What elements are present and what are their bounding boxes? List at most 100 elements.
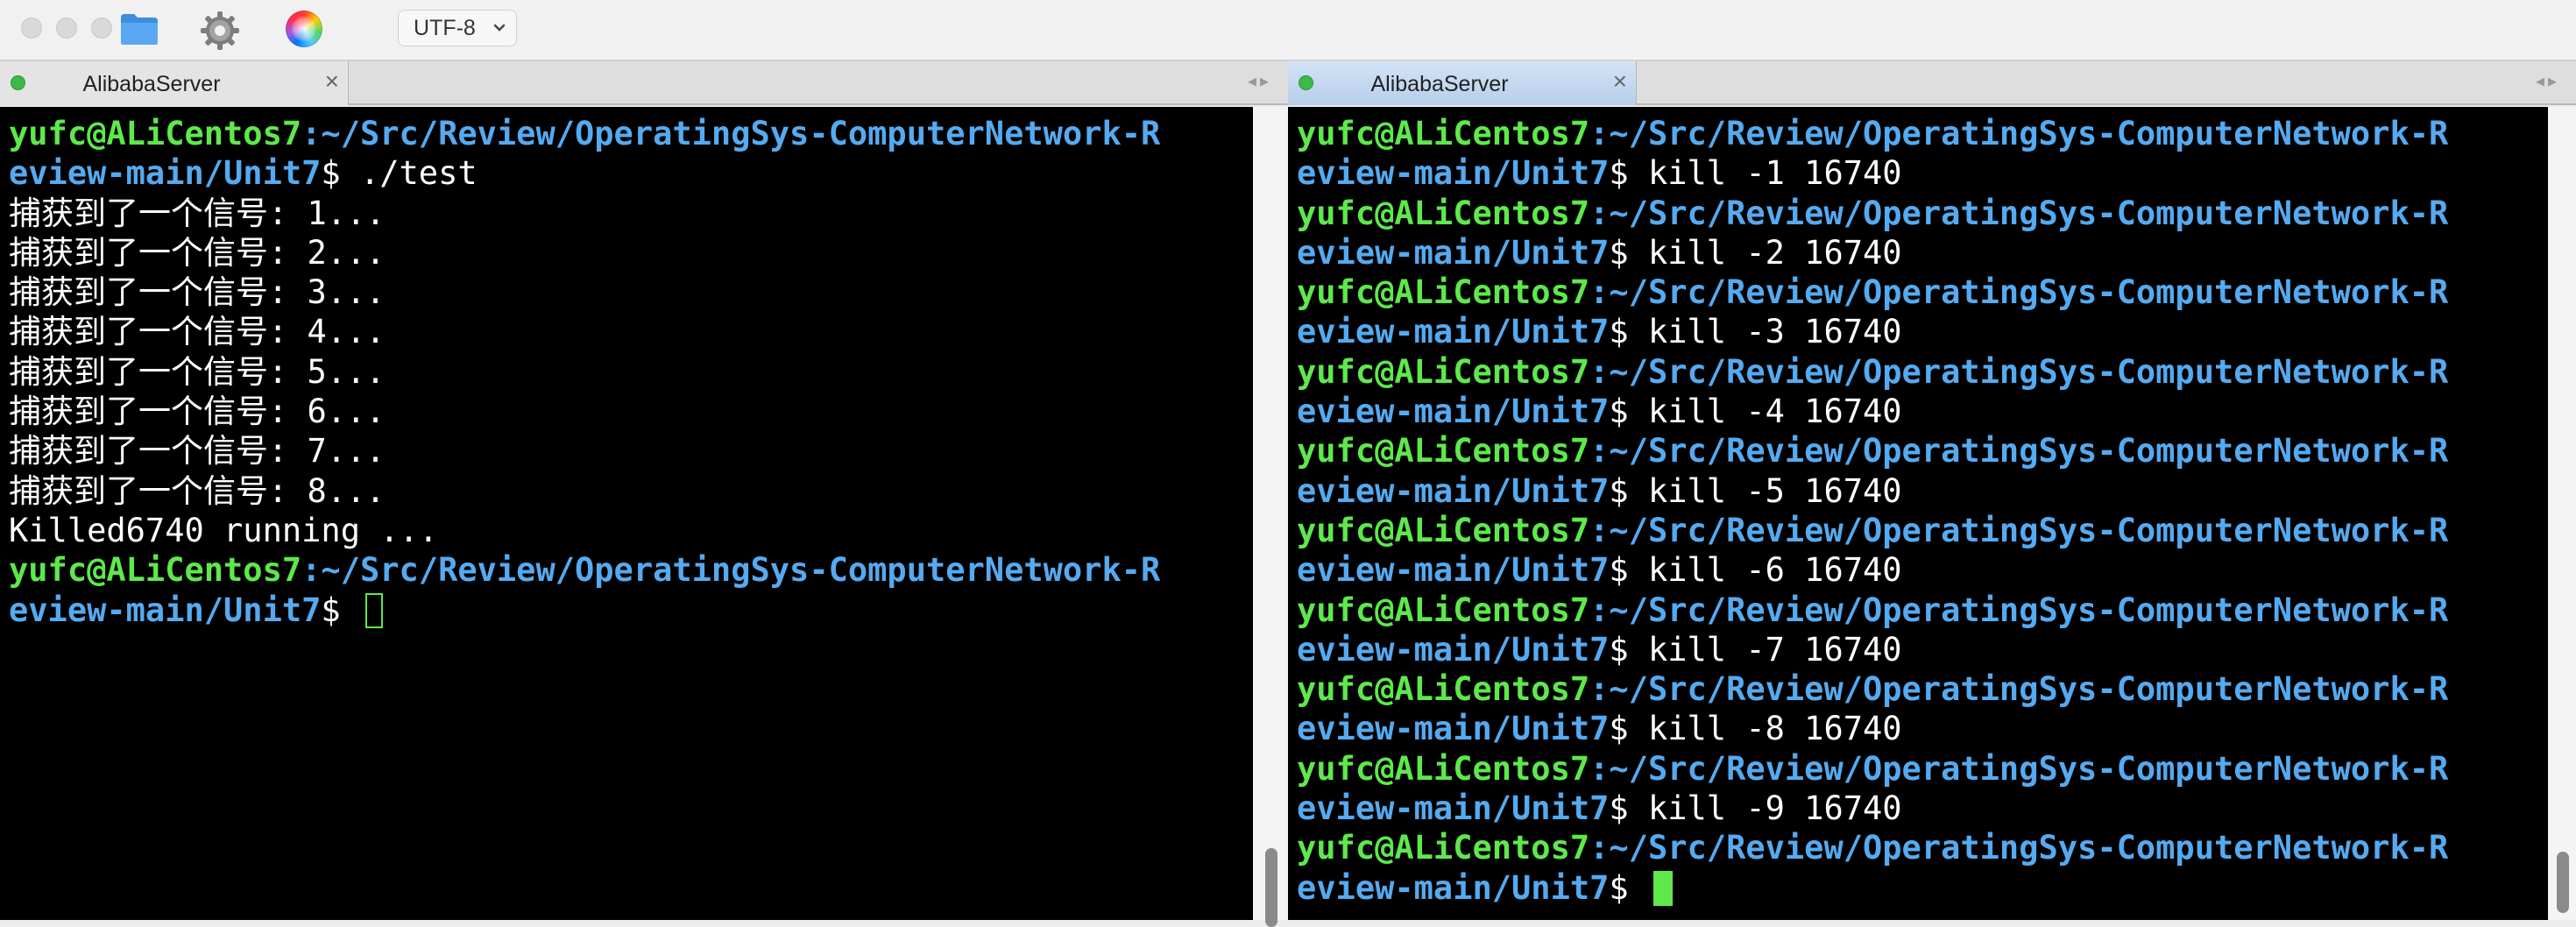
close-tab-icon[interactable]: × <box>1613 68 1627 95</box>
terminal-line: yufc@ALiCentos7:~/Src/Review/OperatingSy… <box>9 550 1160 590</box>
prompt-user: yufc@ALiCentos7 <box>1297 829 1590 867</box>
left-terminal-pane: AlibabaServer × ◂▸ yufc@ALiCentos7:~/Src… <box>0 61 1288 927</box>
command-text: $ ./test <box>321 154 478 193</box>
terminal-line: eview-main/Unit7$ kill -7 16740 <box>1297 630 2448 669</box>
terminal-line: eview-main/Unit7$ kill -9 16740 <box>1297 789 2448 828</box>
zoom-window-button[interactable] <box>91 18 112 39</box>
terminal-output[interactable]: yufc@ALiCentos7:~/Src/Review/OperatingSy… <box>1288 107 2548 920</box>
scrollbar-thumb[interactable] <box>1265 848 1277 927</box>
scrollbar-thumb[interactable] <box>2557 852 2569 913</box>
terminal-line: yufc@ALiCentos7:~/Src/Review/OperatingSy… <box>1297 272 2448 312</box>
prompt-path: :~/Src/Review/OperatingSys-ComputerNetwo… <box>1589 670 2449 709</box>
color-picker-icon[interactable] <box>286 11 322 47</box>
scrollbar[interactable] <box>2548 107 2576 920</box>
command-text: $ <box>1609 868 1648 907</box>
prompt-path: eview-main/Unit7 <box>1297 551 1610 590</box>
prompt-path: :~/Src/Review/OperatingSys-ComputerNetwo… <box>1589 432 2449 471</box>
terminal-line: 捕获到了一个信号: 1... <box>9 194 1160 233</box>
terminal-line: 捕获到了一个信号: 6... <box>9 392 1160 431</box>
terminal-line: yufc@ALiCentos7:~/Src/Review/OperatingSy… <box>1297 114 2448 153</box>
terminal-line: 捕获到了一个信号: 3... <box>9 272 1160 312</box>
terminal-line: 捕获到了一个信号: 5... <box>9 352 1160 392</box>
prompt-path: :~/Src/Review/OperatingSys-ComputerNetwo… <box>1589 194 2449 232</box>
prompt-user: yufc@ALiCentos7 <box>1297 115 1590 152</box>
output-text: 捕获到了一个信号: 1... <box>9 194 386 232</box>
chevron-down-icon <box>493 11 506 58</box>
prompt-path: :~/Src/Review/OperatingSys-ComputerNetwo… <box>1589 749 2449 788</box>
command-text: $ kill -9 16740 <box>1609 789 1902 828</box>
output-text: 捕获到了一个信号: 7... <box>9 432 386 471</box>
terminal-line: eview-main/Unit7$ kill -4 16740 <box>1297 392 2448 431</box>
prompt-path: eview-main/Unit7 <box>1297 233 1610 272</box>
prompt-path: eview-main/Unit7 <box>1297 471 1610 510</box>
terminal-line: eview-main/Unit7$ kill -1 16740 <box>1297 153 2448 193</box>
prompt-user: yufc@ALiCentos7 <box>9 115 302 152</box>
folder-icon[interactable] <box>119 12 159 46</box>
close-window-button[interactable] <box>21 18 42 39</box>
gear-icon[interactable] <box>198 9 242 53</box>
terminal-line: yufc@ALiCentos7:~/Src/Review/OperatingSy… <box>1297 352 2448 392</box>
terminal-line: yufc@ALiCentos7:~/Src/Review/OperatingSy… <box>1297 431 2448 471</box>
right-terminal-pane: AlibabaServer × ◂▸ yufc@ALiCentos7:~/Src… <box>1288 61 2576 920</box>
output-text: 捕获到了一个信号: 8... <box>9 471 386 510</box>
terminal-lines: yufc@ALiCentos7:~/Src/Review/OperatingSy… <box>9 114 1160 630</box>
terminal-line: Killed6740 running ... <box>9 511 1160 550</box>
terminal-line: yufc@ALiCentos7:~/Src/Review/OperatingSy… <box>1297 669 2448 709</box>
terminal-line: 捕获到了一个信号: 7... <box>9 431 1160 471</box>
terminal-line: 捕获到了一个信号: 4... <box>9 312 1160 351</box>
tab-bar: AlibabaServer × ◂▸ <box>1288 61 2576 105</box>
command-text: $ kill -8 16740 <box>1609 710 1902 748</box>
prompt-path: eview-main/Unit7 <box>1297 630 1610 669</box>
prompt-path: :~/Src/Review/OperatingSys-ComputerNetwo… <box>1589 591 2449 629</box>
prompt-path: eview-main/Unit7 <box>1297 868 1610 907</box>
prompt-path: :~/Src/Review/OperatingSys-ComputerNetwo… <box>1589 273 2449 312</box>
encoding-value: UTF-8 <box>414 16 476 40</box>
prompt-path: eview-main/Unit7 <box>1297 789 1610 828</box>
terminal-line: yufc@ALiCentos7:~/Src/Review/OperatingSy… <box>1297 511 2448 550</box>
command-text: $ kill -3 16740 <box>1609 313 1902 351</box>
prompt-user: yufc@ALiCentos7 <box>1297 194 1590 232</box>
terminal-line: eview-main/Unit7$ <box>1297 868 2448 908</box>
text-cursor <box>364 592 383 628</box>
terminal-line: 捕获到了一个信号: 8... <box>9 471 1160 511</box>
prompt-path: eview-main/Unit7 <box>1297 393 1610 431</box>
prompt-user: yufc@ALiCentos7 <box>1297 352 1590 391</box>
terminal-lines: yufc@ALiCentos7:~/Src/Review/OperatingSy… <box>1297 114 2448 908</box>
prompt-user: yufc@ALiCentos7 <box>1297 749 1590 788</box>
prompt-path: eview-main/Unit7 <box>9 591 322 629</box>
prompt-path: :~/Src/Review/OperatingSys-ComputerNetwo… <box>301 115 1161 152</box>
tab-bar: AlibabaServer × ◂▸ <box>0 61 1288 105</box>
window-toolbar: UTF-8 <box>0 0 2576 61</box>
command-text: $ kill -5 16740 <box>1609 471 1902 510</box>
terminal-line: yufc@ALiCentos7:~/Src/Review/OperatingSy… <box>1297 749 2448 789</box>
terminal-line: yufc@ALiCentos7:~/Src/Review/OperatingSy… <box>1297 194 2448 233</box>
encoding-select[interactable]: UTF-8 <box>398 10 517 46</box>
output-text: 捕获到了一个信号: 5... <box>9 352 386 391</box>
tab-alibabaserver[interactable]: AlibabaServer × <box>1288 61 1637 105</box>
terminal-output[interactable]: yufc@ALiCentos7:~/Src/Review/OperatingSy… <box>0 107 1253 920</box>
terminal-line: eview-main/Unit7$ kill -6 16740 <box>1297 550 2448 590</box>
tab-scroll-arrows[interactable]: ◂▸ <box>1248 70 1272 92</box>
terminal-line: eview-main/Unit7$ kill -8 16740 <box>1297 709 2448 748</box>
output-text: 捕获到了一个信号: 2... <box>9 233 386 272</box>
command-text: $ kill -1 16740 <box>1609 154 1902 193</box>
terminal-line: eview-main/Unit7$ kill -5 16740 <box>1297 471 2448 511</box>
output-text: 捕获到了一个信号: 4... <box>9 313 386 351</box>
command-text: $ kill -6 16740 <box>1609 551 1902 590</box>
scrollbar[interactable] <box>1253 107 1288 927</box>
prompt-path: :~/Src/Review/OperatingSys-ComputerNetwo… <box>1589 115 2449 152</box>
text-cursor <box>1652 870 1673 906</box>
tab-alibabaserver[interactable]: AlibabaServer × <box>0 61 349 105</box>
output-text: Killed6740 running ... <box>9 511 439 549</box>
terminal-line: eview-main/Unit7$ kill -3 16740 <box>1297 312 2448 351</box>
tab-scroll-arrows[interactable]: ◂▸ <box>2536 70 2560 92</box>
close-tab-icon[interactable]: × <box>325 68 339 95</box>
output-text: 捕获到了一个信号: 6... <box>9 393 386 431</box>
prompt-path: eview-main/Unit7 <box>9 154 322 193</box>
prompt-user: yufc@ALiCentos7 <box>1297 432 1590 471</box>
prompt-user: yufc@ALiCentos7 <box>1297 273 1590 312</box>
minimize-window-button[interactable] <box>56 18 77 39</box>
output-text: 捕获到了一个信号: 3... <box>9 273 386 312</box>
terminal-line: eview-main/Unit7$ ./test <box>9 153 1160 193</box>
prompt-path: :~/Src/Review/OperatingSys-ComputerNetwo… <box>1589 352 2449 391</box>
